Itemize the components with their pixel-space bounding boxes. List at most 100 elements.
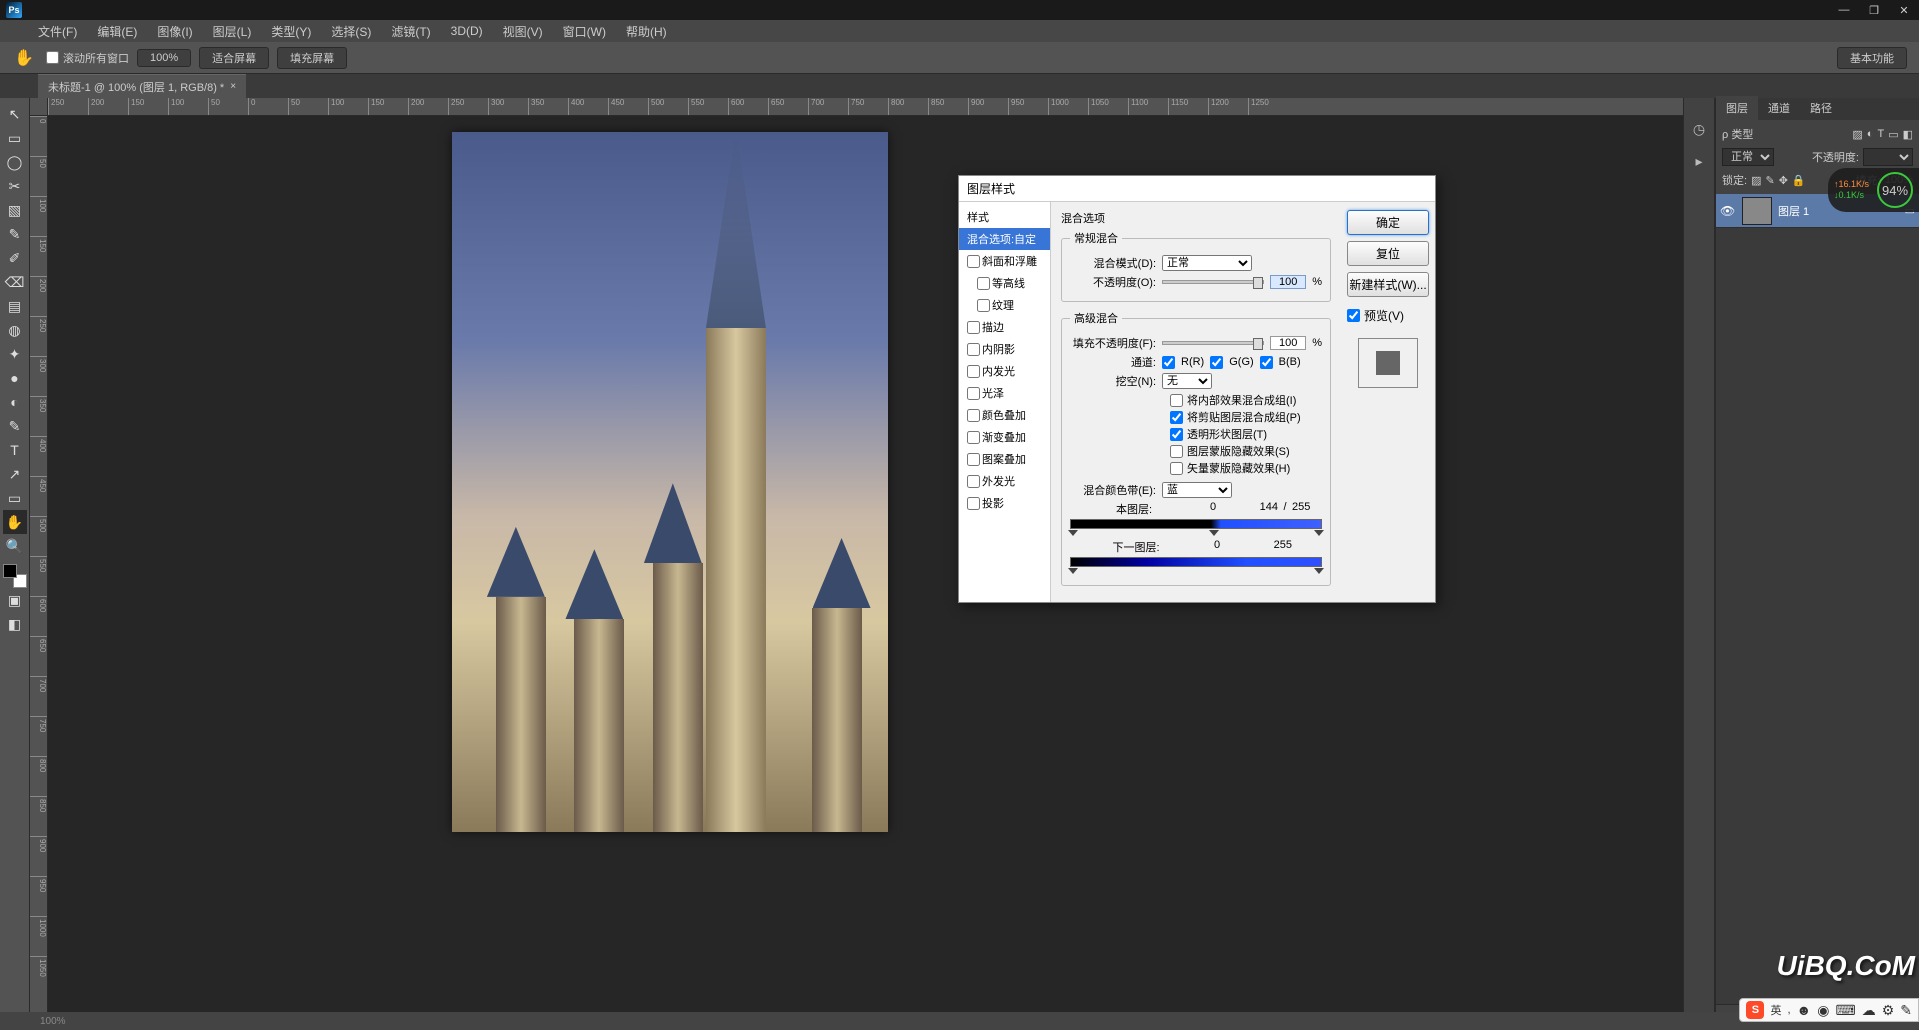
- menu-layer[interactable]: 图层(L): [203, 23, 262, 40]
- lock-pixels-icon[interactable]: ✎: [1765, 174, 1774, 187]
- ime-bar[interactable]: S 英 , ☻ ◉ ⌨ ☁ ⚙ ✎: [1739, 998, 1919, 1022]
- style-gradient-overlay[interactable]: 渐变叠加: [959, 426, 1050, 448]
- scroll-all-checkbox[interactable]: [46, 51, 59, 64]
- document-tab-close-icon[interactable]: ×: [230, 81, 236, 92]
- eyedropper-tool[interactable]: ✎: [3, 222, 27, 246]
- this-layer-gradient[interactable]: [1070, 519, 1322, 529]
- menu-filter[interactable]: 滤镜(T): [381, 23, 440, 40]
- menu-window[interactable]: 窗口(W): [553, 23, 616, 40]
- new-style-button[interactable]: 新建样式(W)...: [1347, 272, 1429, 297]
- move-tool[interactable]: ↖: [3, 102, 27, 126]
- menu-select[interactable]: 选择(S): [321, 23, 381, 40]
- style-bevel[interactable]: 斜面和浮雕: [959, 250, 1050, 272]
- healing-tool[interactable]: ✐: [3, 246, 27, 270]
- zoom-tool[interactable]: 🔍: [3, 534, 27, 558]
- underlying-layer-gradient[interactable]: [1070, 557, 1322, 567]
- blend-clipped-checkbox[interactable]: [1170, 411, 1183, 424]
- eraser-tool[interactable]: ✦: [3, 342, 27, 366]
- lock-transparency-icon[interactable]: ▨: [1751, 174, 1761, 187]
- ime-logo-icon[interactable]: S: [1746, 1001, 1764, 1019]
- tab-paths[interactable]: 路径: [1800, 96, 1842, 120]
- opacity-select[interactable]: [1863, 148, 1913, 166]
- gradient-tool[interactable]: ●: [3, 366, 27, 390]
- style-inner-shadow[interactable]: 内阴影: [959, 338, 1050, 360]
- hand-tool[interactable]: ✋: [3, 510, 27, 534]
- scroll-all-windows-checkbox[interactable]: 滚动所有窗口: [46, 50, 129, 66]
- cancel-button[interactable]: 复位: [1347, 241, 1429, 266]
- filter-pixel-icon[interactable]: ▨: [1852, 128, 1862, 141]
- minimize-button[interactable]: —: [1829, 0, 1859, 20]
- blur-tool[interactable]: ◐: [3, 390, 27, 414]
- filter-smart-icon[interactable]: ◧: [1903, 128, 1913, 141]
- menu-file[interactable]: 文件(F): [28, 23, 87, 40]
- fill-opacity-input[interactable]: [1270, 336, 1306, 350]
- crop-tool[interactable]: ▧: [3, 198, 27, 222]
- channel-b-checkbox[interactable]: [1260, 356, 1273, 369]
- vector-mask-hides-checkbox[interactable]: [1170, 462, 1183, 475]
- lasso-tool[interactable]: ◯: [3, 150, 27, 174]
- lock-position-icon[interactable]: ✥: [1779, 174, 1788, 187]
- brush-tool[interactable]: ⌫: [3, 270, 27, 294]
- pen-tool[interactable]: ✎: [3, 414, 27, 438]
- quick-mask-icon[interactable]: ◧: [3, 612, 27, 636]
- document-tab[interactable]: 未标题-1 @ 100% (图层 1, RGB/8) * ×: [38, 74, 246, 99]
- preview-checkbox[interactable]: [1347, 309, 1360, 322]
- style-inner-glow[interactable]: 内发光: [959, 360, 1050, 382]
- style-drop-shadow[interactable]: 投影: [959, 492, 1050, 514]
- layer-thumbnail[interactable]: [1742, 197, 1772, 225]
- type-tool[interactable]: T: [3, 438, 27, 462]
- style-satin[interactable]: 光泽: [959, 382, 1050, 404]
- ime-cloud-icon[interactable]: ☁: [1862, 1002, 1876, 1019]
- blend-interior-checkbox[interactable]: [1170, 394, 1183, 407]
- lock-all-icon[interactable]: 🔒: [1792, 174, 1806, 187]
- shape-tool[interactable]: ▭: [3, 486, 27, 510]
- path-select-tool[interactable]: ↗: [3, 462, 27, 486]
- visibility-icon[interactable]: 👁: [1720, 204, 1736, 218]
- history-panel-icon[interactable]: ◷: [1688, 118, 1710, 140]
- channel-g-checkbox[interactable]: [1210, 356, 1223, 369]
- style-outer-glow[interactable]: 外发光: [959, 470, 1050, 492]
- quick-select-tool[interactable]: ✂: [3, 174, 27, 198]
- knockout-dropdown[interactable]: 无: [1162, 373, 1212, 389]
- fit-screen-button[interactable]: 适合屏幕: [199, 47, 269, 69]
- ok-button[interactable]: 确定: [1347, 210, 1429, 235]
- opacity-slider[interactable]: [1162, 280, 1264, 284]
- menu-type[interactable]: 类型(Y): [261, 23, 321, 40]
- fill-screen-button[interactable]: 填充屏幕: [277, 47, 347, 69]
- style-stroke[interactable]: 描边: [959, 316, 1050, 338]
- style-texture[interactable]: 纹理: [959, 294, 1050, 316]
- workspace-button[interactable]: 基本功能: [1837, 47, 1907, 69]
- blend-if-dropdown[interactable]: 蓝: [1162, 482, 1232, 498]
- menu-3d[interactable]: 3D(D): [441, 24, 493, 38]
- blend-mode-dropdown[interactable]: 正常: [1162, 255, 1252, 271]
- ime-settings-icon[interactable]: ⚙: [1882, 1002, 1895, 1019]
- menu-view[interactable]: 视图(V): [493, 23, 553, 40]
- menu-image[interactable]: 图像(I): [147, 23, 202, 40]
- filter-shape-icon[interactable]: ▭: [1888, 128, 1898, 141]
- color-swatches[interactable]: [3, 564, 27, 588]
- ime-punct[interactable]: ,: [1787, 1004, 1790, 1016]
- style-blend-options[interactable]: 混合选项:自定: [959, 228, 1050, 250]
- tab-channels[interactable]: 通道: [1758, 96, 1800, 120]
- style-contour[interactable]: 等高线: [959, 272, 1050, 294]
- stamp-tool[interactable]: ▤: [3, 294, 27, 318]
- style-color-overlay[interactable]: 颜色叠加: [959, 404, 1050, 426]
- canvas-area[interactable]: 2502001501005005010015020025030035040045…: [30, 98, 1715, 1030]
- ime-emoji-icon[interactable]: ☻: [1797, 1002, 1812, 1018]
- opacity-input[interactable]: [1270, 275, 1306, 289]
- transparency-shapes-checkbox[interactable]: [1170, 428, 1183, 441]
- actions-panel-icon[interactable]: ▸: [1688, 150, 1710, 172]
- screen-mode-icon[interactable]: ▣: [3, 588, 27, 612]
- maximize-button[interactable]: ❐: [1859, 0, 1889, 20]
- filter-type-icon[interactable]: T: [1877, 128, 1884, 140]
- layer-name[interactable]: 图层 1: [1778, 203, 1809, 219]
- dialog-title[interactable]: 图层样式: [959, 176, 1435, 202]
- filter-adjust-icon[interactable]: ◐: [1867, 128, 1874, 140]
- tab-layers[interactable]: 图层: [1716, 96, 1758, 120]
- close-button[interactable]: ✕: [1889, 0, 1919, 20]
- channel-r-checkbox[interactable]: [1162, 356, 1175, 369]
- history-brush-tool[interactable]: ◍: [3, 318, 27, 342]
- ime-skin-icon[interactable]: ✎: [1900, 1002, 1912, 1019]
- style-pattern-overlay[interactable]: 图案叠加: [959, 448, 1050, 470]
- menu-edit[interactable]: 编辑(E): [87, 23, 147, 40]
